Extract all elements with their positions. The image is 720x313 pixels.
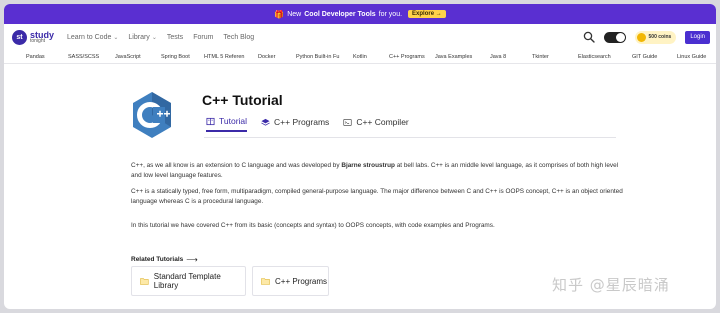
explore-button[interactable]: Explore → xyxy=(408,10,446,18)
logo-wordmark: study tonight xyxy=(30,30,54,44)
coins-badge[interactable]: 500 coins xyxy=(634,30,677,44)
topic-link[interactable]: Kotlin xyxy=(353,54,389,60)
related-tutorials-heading[interactable]: Related Tutorials ⟶ xyxy=(131,255,198,264)
nav-tests-label: Tests xyxy=(166,33,184,41)
intro-paragraph-2: C++ is a statically typed, free form, mu… xyxy=(131,188,623,205)
cpp-logo-icon xyxy=(133,92,171,138)
p1-text-start: C++, as we all know is an extension to C… xyxy=(131,162,342,169)
promo-prefix: New xyxy=(287,10,302,18)
promo-suffix: for you. xyxy=(378,10,403,18)
book-icon xyxy=(206,117,215,125)
topics-bar: Pandas SASS/SCSS JavaScript Spring Boot … xyxy=(4,50,716,64)
toggle-knob-icon xyxy=(615,32,625,42)
promo-highlight: Cool Developer Tools xyxy=(304,10,376,18)
tab-cpp-programs-label: C++ Programs xyxy=(274,117,330,127)
topic-link[interactable]: GIT Guide xyxy=(632,54,677,60)
tutorial-hero: C++ Tutorial Tutorial C++ Programs C++ C… xyxy=(4,64,716,154)
topic-link[interactable]: Python Built-in Fu xyxy=(296,54,353,60)
page-title: C++ Tutorial xyxy=(202,92,283,108)
chevron-down-icon: ⌄ xyxy=(113,34,119,41)
nav-actions: 500 coins Login xyxy=(583,24,710,50)
topic-link[interactable]: Docker xyxy=(258,54,296,60)
intro-paragraph-3: In this tutorial we have covered C++ fro… xyxy=(131,222,495,229)
topic-link[interactable]: HTML 5 Referen xyxy=(204,54,258,60)
browser-page: 🎁 New Cool Developer Tools for you. Expl… xyxy=(4,4,716,309)
nav-learn-to-code-label: Learn to Code xyxy=(67,33,112,41)
top-navbar: st study tonight Learn to Code ⌄ Library… xyxy=(4,24,716,50)
chevron-down-icon: ⌄ xyxy=(151,34,157,41)
topic-link[interactable]: Spring Boot xyxy=(161,54,204,60)
tab-cpp-programs[interactable]: C++ Programs xyxy=(261,116,329,132)
folder-icon xyxy=(261,278,270,285)
tab-tutorial[interactable]: Tutorial xyxy=(206,116,248,132)
topic-link[interactable]: Java Examples xyxy=(435,54,490,60)
arrow-right-icon: ⟶ xyxy=(186,255,198,264)
nav-library-label: Library xyxy=(128,33,150,41)
p1-bold-name: Bjarne stroustrup xyxy=(341,162,395,169)
folder-icon xyxy=(140,278,149,285)
tab-cpp-compiler-label: C++ Compiler xyxy=(356,117,409,127)
related-card-label: Standard Template Library xyxy=(153,272,221,290)
nav-tests[interactable]: Tests xyxy=(167,34,183,41)
related-heading-label: Related Tutorials xyxy=(131,256,184,263)
topic-link[interactable]: Pandas xyxy=(26,54,68,60)
nav-forum[interactable]: Forum xyxy=(193,34,213,41)
coins-count: 500 coins xyxy=(648,34,672,40)
topic-link[interactable]: JavaScript xyxy=(115,54,161,60)
search-icon[interactable] xyxy=(583,31,595,43)
site-logo[interactable]: st study tonight xyxy=(12,29,67,45)
layers-icon xyxy=(261,118,270,126)
topic-link[interactable]: SASS/SCSS xyxy=(68,54,115,60)
topic-link[interactable]: Tkinter xyxy=(532,54,578,60)
tabs-divider xyxy=(204,137,616,138)
related-card-stl[interactable]: Standard Template Library xyxy=(131,266,246,296)
nav-tech-blog[interactable]: Tech Blog xyxy=(223,34,254,41)
topic-link[interactable]: Java 8 xyxy=(490,54,532,60)
topic-link[interactable]: Elasticsearch xyxy=(578,54,632,60)
watermark: 知乎 @星辰暗涌 xyxy=(552,276,670,294)
promo-banner[interactable]: 🎁 New Cool Developer Tools for you. Expl… xyxy=(4,4,716,24)
nav-library[interactable]: Library ⌄ xyxy=(128,34,156,41)
logo-badge: st xyxy=(12,29,27,45)
login-button[interactable]: Login xyxy=(685,30,710,44)
topic-link[interactable]: Linux Guide xyxy=(677,54,715,60)
nav-forum-label: Forum xyxy=(193,33,214,41)
tutorial-tabs: Tutorial C++ Programs C++ Compiler xyxy=(206,116,409,132)
nav-learn-to-code[interactable]: Learn to Code ⌄ xyxy=(67,34,118,41)
gift-icon: 🎁 xyxy=(274,9,285,19)
related-card-cpp-programs[interactable]: C++ Programs xyxy=(252,266,329,296)
theme-toggle[interactable] xyxy=(603,31,626,43)
terminal-icon xyxy=(343,118,352,126)
related-card-label: C++ Programs xyxy=(275,276,328,286)
tab-tutorial-label: Tutorial xyxy=(219,116,248,126)
topic-link[interactable]: C++ Programs xyxy=(389,54,435,60)
intro-paragraph-1: C++, as we all know is an extension to C… xyxy=(131,161,626,181)
nav-tech-blog-label: Tech Blog xyxy=(223,33,255,41)
tab-cpp-compiler[interactable]: C++ Compiler xyxy=(343,116,409,132)
coin-icon xyxy=(636,32,646,42)
